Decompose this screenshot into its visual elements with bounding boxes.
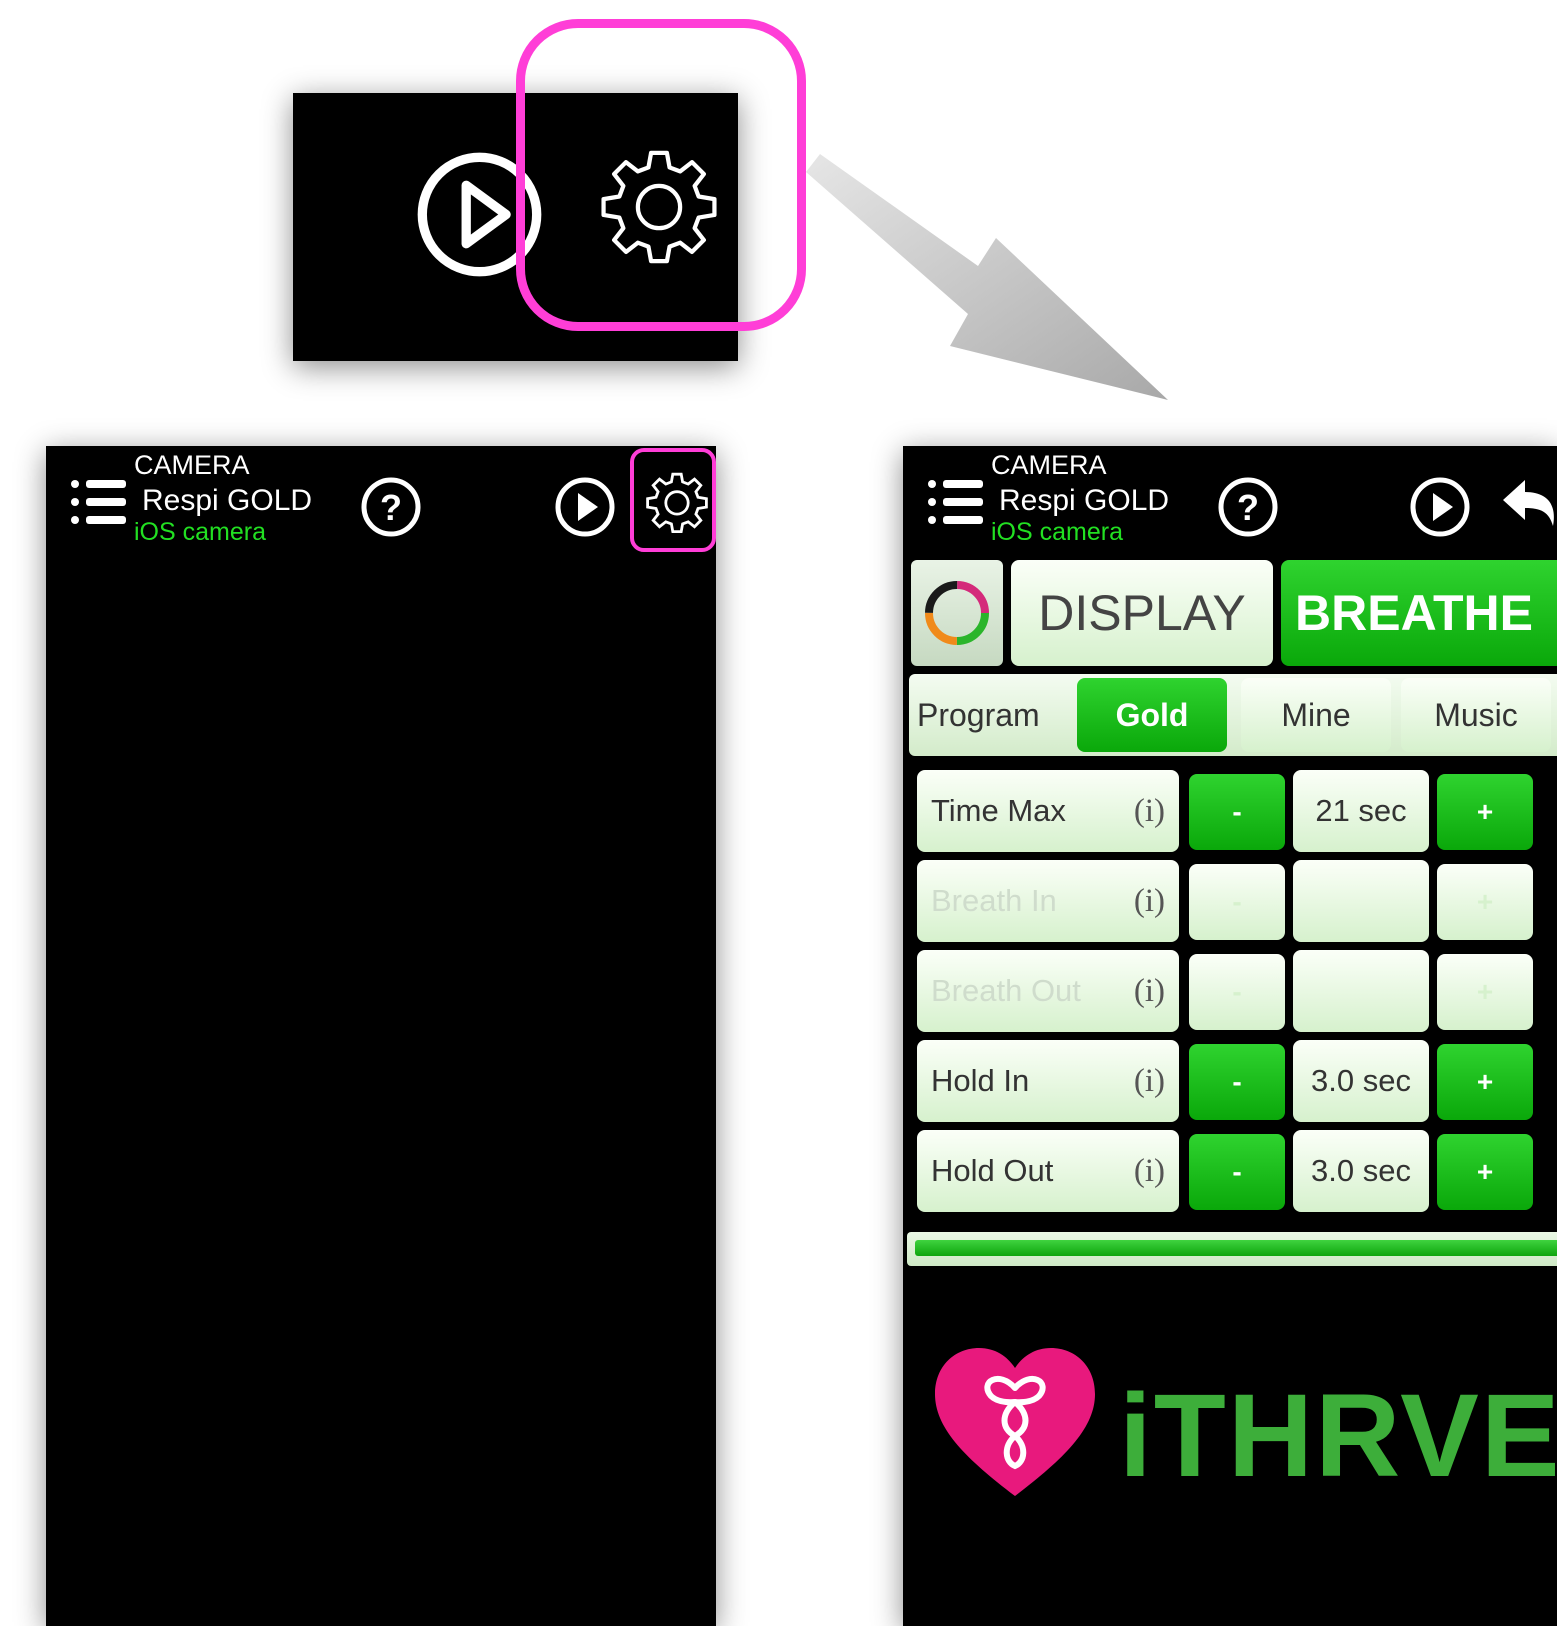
settings-row: Breath In (i) - + (917, 856, 1557, 946)
settings-highlight (630, 448, 716, 552)
play-circle-icon[interactable] (1409, 476, 1471, 538)
brand-logo-text: iTHRVE (1119, 1370, 1557, 1502)
row-label: Hold Out (931, 1153, 1054, 1188)
value-display (1293, 860, 1429, 942)
row-label: Breath Out (931, 973, 1081, 1008)
svg-text:?: ? (1237, 487, 1259, 528)
pointer-arrow (806, 154, 1168, 400)
question-circle-icon[interactable]: ? (360, 476, 422, 538)
question-circle-icon[interactable]: ? (1217, 476, 1279, 538)
row-label: Breath In (931, 883, 1057, 918)
settings-row: Breath Out (i) - + (917, 946, 1557, 1036)
increment-button[interactable]: + (1437, 954, 1533, 1030)
info-button[interactable]: (i) (1134, 770, 1165, 852)
source-label: CAMERA (134, 450, 250, 480)
tab-program[interactable]: Program (917, 678, 1067, 752)
value-display: 21 sec (1293, 770, 1429, 852)
settings-row: Time Max (i) -21 sec + (917, 766, 1557, 856)
hamburger-menu-icon[interactable] (927, 474, 985, 530)
settings-row: Hold In (i) -3.0 sec + (917, 1036, 1557, 1126)
camera-label: iOS camera (991, 518, 1123, 546)
hamburger-menu-icon[interactable] (70, 474, 128, 530)
tab-music[interactable]: Music (1401, 678, 1551, 752)
play-circle-icon[interactable] (554, 476, 616, 538)
display-button[interactable]: DISPLAY (1011, 560, 1273, 666)
program-label: Respi GOLD (142, 484, 313, 517)
settings-grid: Time Max (i) -21 sec + Breath In (i) - + Breath … (917, 766, 1557, 1246)
heart-logo-icon (935, 1348, 1095, 1496)
row-label: Time Max (931, 793, 1066, 828)
breathe-button[interactable]: BREATHE (1281, 560, 1557, 666)
settings-highlight-callout (516, 19, 806, 331)
phone-screen-settings: CAMERA Respi GOLD iOS camera ? DISPLAY B… (903, 446, 1557, 1626)
decrement-button[interactable]: - (1189, 954, 1285, 1030)
increment-button[interactable]: + (1437, 1044, 1533, 1120)
info-button[interactable]: (i) (1134, 860, 1165, 942)
value-display: 3.0 sec (1293, 1130, 1429, 1212)
row-label-cell: Breath In (i) (917, 860, 1179, 942)
value-display (1293, 950, 1429, 1032)
decrement-button[interactable]: - (1189, 774, 1285, 850)
back-arrow-icon[interactable] (1501, 476, 1557, 536)
info-button[interactable]: (i) (1134, 1130, 1165, 1212)
source-label: CAMERA (991, 450, 1107, 480)
phone-screen-before: CAMERA Respi GOLD iOS camera ? (46, 446, 716, 1626)
decrement-button[interactable]: - (1189, 1044, 1285, 1120)
app-header: CAMERA Respi GOLD iOS camera ? (46, 446, 716, 556)
svg-text:?: ? (380, 487, 402, 528)
tab-mine[interactable]: Mine (1241, 678, 1391, 752)
progress-track (907, 1232, 1557, 1266)
row-label-cell: Hold Out (i) (917, 1130, 1179, 1212)
camera-label: iOS camera (134, 518, 266, 546)
increment-button[interactable]: + (1437, 864, 1533, 940)
color-ring-icon (925, 581, 989, 645)
color-wheel-button[interactable] (911, 560, 1003, 666)
program-label: Respi GOLD (999, 484, 1170, 517)
settings-row: Hold Out (i) -3.0 sec + (917, 1126, 1557, 1216)
decrement-button[interactable]: - (1189, 864, 1285, 940)
info-button[interactable]: (i) (1134, 950, 1165, 1032)
decrement-button[interactable]: - (1189, 1134, 1285, 1210)
info-button[interactable]: (i) (1134, 1040, 1165, 1122)
value-display: 3.0 sec (1293, 1040, 1429, 1122)
row-label-cell: Breath Out (i) (917, 950, 1179, 1032)
tab-gold[interactable]: Gold (1077, 678, 1227, 752)
row-label: Hold In (931, 1063, 1030, 1098)
increment-button[interactable]: + (1437, 1134, 1533, 1210)
progress-fill (915, 1240, 1557, 1256)
row-label-cell: Time Max (i) (917, 770, 1179, 852)
app-header: CAMERA Respi GOLD iOS camera ? (903, 446, 1557, 556)
row-label-cell: Hold In (i) (917, 1040, 1179, 1122)
increment-button[interactable]: + (1437, 774, 1533, 850)
